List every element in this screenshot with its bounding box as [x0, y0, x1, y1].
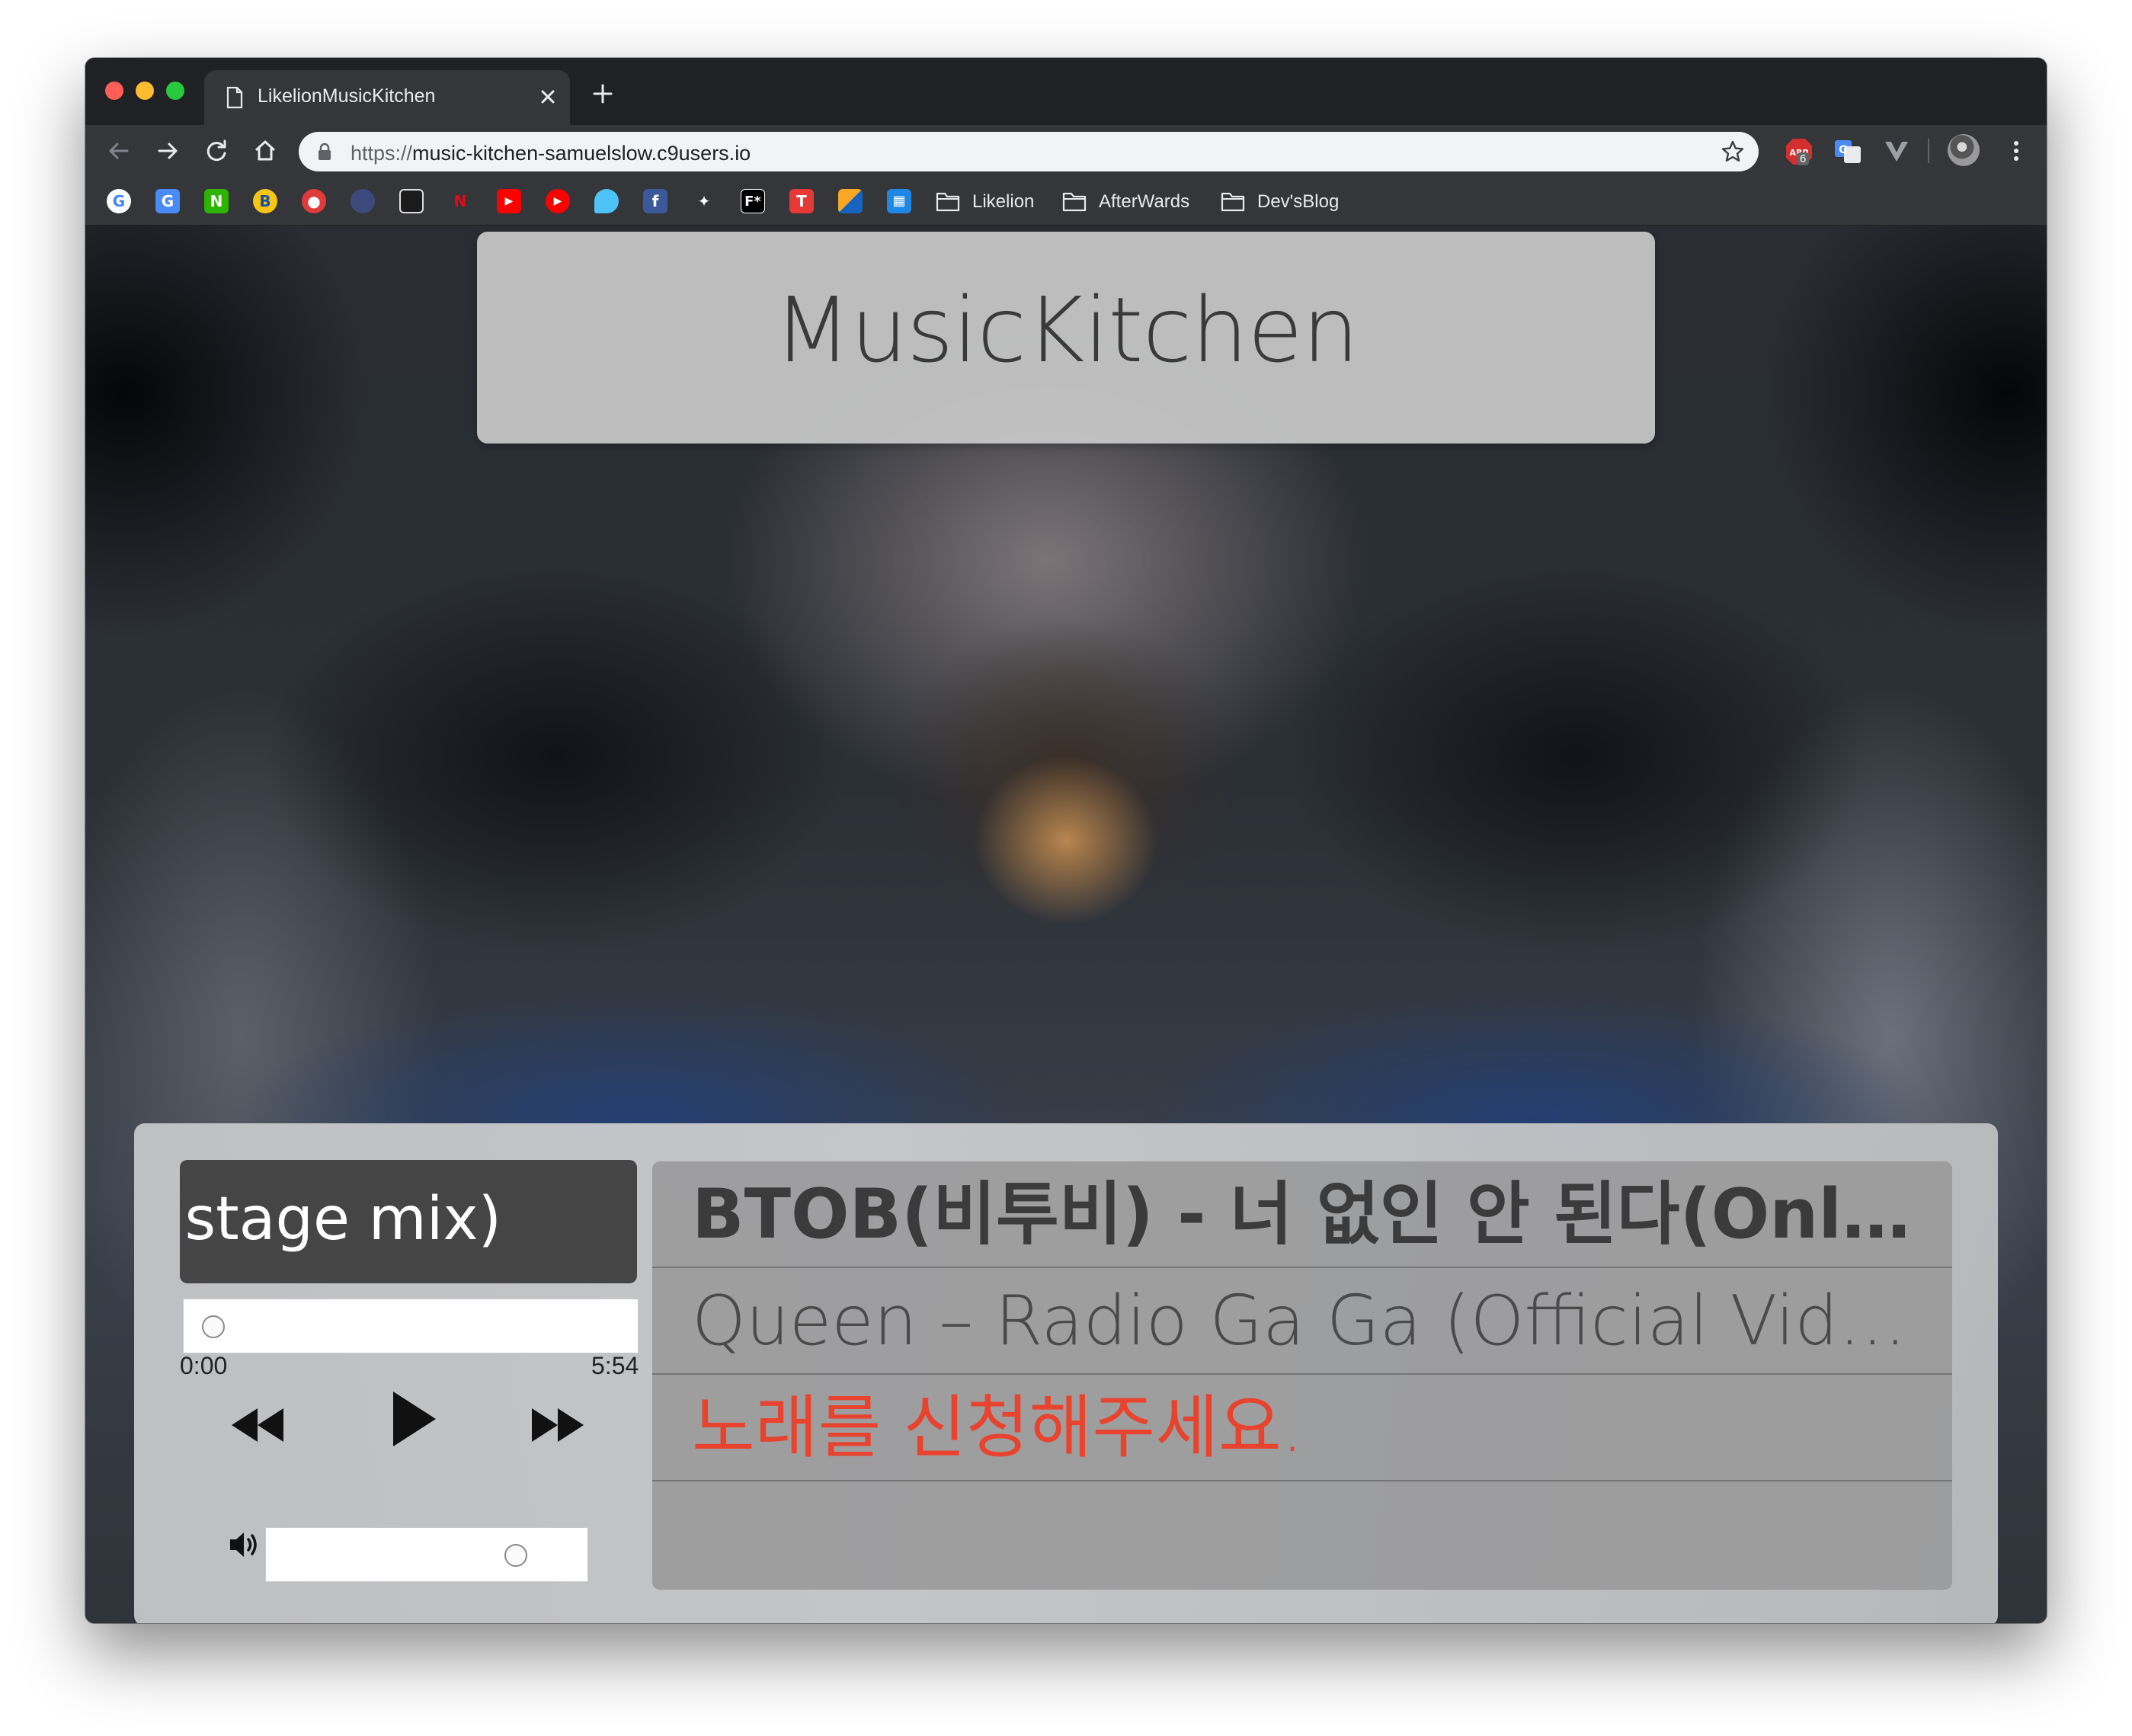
grid-icon[interactable]: ▦ [887, 189, 911, 213]
t-icon[interactable]: T [789, 189, 814, 213]
playlist-item[interactable]: Queen – Radio Ga Ga (Official Video) [652, 1268, 1952, 1375]
volume-slider-thumb[interactable] [504, 1544, 527, 1567]
url-host: music-kitchen-samuelslow.c9users.io [412, 142, 751, 165]
folder-icon [1221, 192, 1245, 212]
tab-active[interactable]: LikelionMusicKitchen [204, 70, 570, 125]
play-button[interactable] [390, 1390, 437, 1448]
seek-slider[interactable] [183, 1299, 639, 1353]
minimize-window-button[interactable] [136, 82, 154, 100]
netflix-icon[interactable]: N [448, 189, 472, 213]
page-viewport: MusicKitchen 집(stage mix) 0:00 5:54 [85, 226, 2047, 1623]
youtube-music-icon[interactable]: ▶ [546, 189, 570, 213]
new-tab-button[interactable] [591, 82, 614, 105]
folder-icon [936, 192, 960, 212]
translate-extension-icon[interactable]: G [1833, 137, 1862, 166]
facebook-icon[interactable]: f [643, 189, 667, 213]
time-total: 5:54 [591, 1352, 639, 1379]
close-icon[interactable] [536, 85, 559, 108]
rewind-button[interactable] [230, 1405, 285, 1445]
tidal-icon[interactable]: ✦ [692, 189, 716, 213]
google-icon[interactable]: G [107, 189, 131, 213]
playlist-item-title: Queen – Radio Ga Ga (Official Video) [692, 1281, 1926, 1361]
globe-icon[interactable] [351, 189, 375, 213]
address-bar[interactable]: https://music-kitchen-samuelslow.c9users… [299, 132, 1759, 171]
svg-text:G: G [1839, 144, 1848, 156]
fast-forward-button[interactable] [530, 1405, 585, 1445]
adblock-badge: 6 [1797, 152, 1810, 165]
reload-icon[interactable] [203, 137, 230, 165]
profile-avatar[interactable] [1948, 134, 1980, 166]
forward-arrow-icon[interactable] [154, 137, 181, 165]
bookmark-star-icon[interactable] [1721, 139, 1745, 164]
fstar-icon[interactable]: F* [741, 189, 765, 213]
page-icon [226, 86, 243, 109]
close-window-button[interactable] [105, 82, 123, 100]
playlist: BTOB(비투비) - 너 없인 안 된다(Only one for me) Q… [652, 1161, 1952, 1590]
site-title: MusicKitchen [773, 277, 1359, 383]
naver-icon[interactable]: N [204, 189, 229, 213]
bookmarks-bar: G G N B ● N ▶ ▶ f ✦ F* T ▦ Likelion Afte… [85, 177, 2047, 226]
lock-icon [319, 143, 331, 160]
url-scheme: https:// [351, 142, 413, 165]
back-arrow-icon[interactable] [105, 137, 133, 165]
menu-kebab-icon[interactable] [2002, 137, 2030, 165]
maximize-window-button[interactable] [166, 82, 184, 100]
folder-icon [1062, 192, 1087, 212]
youtube-icon[interactable]: ▶ [497, 189, 521, 213]
translate-icon[interactable]: G [155, 189, 180, 213]
twitch-icon[interactable] [594, 189, 619, 213]
daum-icon[interactable]: ● [302, 189, 326, 213]
player-card: 집(stage mix) 0:00 5:54 [134, 1123, 1998, 1623]
playlist-item-title: BTOB(비투비) - 너 없인 안 된다(Only one for me) [692, 1174, 1926, 1254]
volume-icon[interactable] [229, 1530, 261, 1559]
folder-label: AfterWards [1099, 191, 1190, 212]
adblock-icon[interactable]: ABP 6 [1785, 137, 1813, 166]
toolbar-divider [1928, 139, 1929, 163]
home-icon[interactable] [251, 137, 279, 165]
now-playing-marquee: 집(stage mix) [180, 1160, 637, 1283]
folder-label: Dev'sBlog [1257, 191, 1340, 212]
tab-title: LikelionMusicKitchen [258, 85, 436, 107]
playlist-item[interactable]: BTOB(비투비) - 너 없인 안 된다(Only one for me) [652, 1161, 1952, 1268]
url-text: https://music-kitchen-samuelslow.c9users… [351, 142, 751, 165]
vimeo-extension-icon[interactable] [1882, 137, 1911, 166]
image-icon[interactable] [838, 189, 863, 213]
header-card: MusicKitchen [477, 232, 1655, 444]
windows-icon[interactable] [399, 189, 424, 213]
toolbar: https://music-kitchen-samuelslow.c9users… [85, 125, 2047, 177]
volume-slider[interactable] [265, 1527, 588, 1582]
playlist-request-prompt[interactable]: 노래를 신청해주세요. [652, 1375, 1952, 1481]
tab-strip: LikelionMusicKitchen [85, 58, 2047, 125]
seek-slider-thumb[interactable] [202, 1315, 225, 1338]
tistory-icon[interactable]: B [253, 189, 277, 213]
playlist-request-text: 노래를 신청해주세요. [692, 1388, 1304, 1468]
browser-window: LikelionMusicKitchen https://music-kitch… [85, 58, 2047, 1623]
now-playing-title: 집(stage mix) [180, 1185, 501, 1254]
folder-label: Likelion [972, 191, 1035, 212]
time-current: 0:00 [180, 1352, 228, 1379]
